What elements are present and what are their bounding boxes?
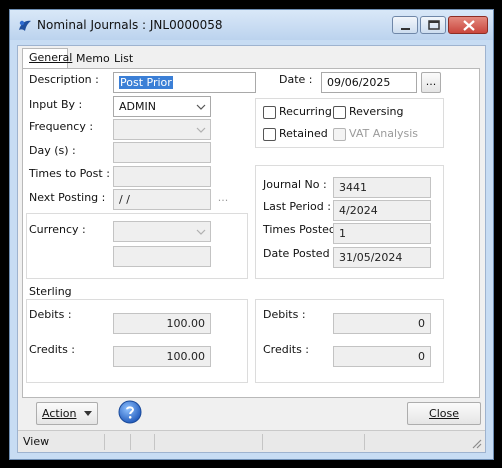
maximize-icon: [428, 20, 440, 30]
dropdown-arrow-icon: [83, 411, 92, 416]
times-posted-value: 1: [339, 227, 346, 240]
help-button[interactable]: [118, 400, 142, 424]
next-posting-input[interactable]: / /: [113, 189, 211, 210]
currency-label: Currency :: [29, 223, 86, 236]
tab-list[interactable]: List: [108, 50, 138, 68]
vat-analysis-label: VAT Analysis: [349, 127, 419, 140]
recurring-label: Recurring: [279, 105, 332, 118]
journal-no-value: 3441: [339, 181, 367, 194]
recurring-checkbox-box: [263, 106, 276, 119]
retained-checkbox-box: [263, 128, 276, 141]
help-icon: [118, 400, 142, 424]
date-posted-label: Date Posted :: [263, 247, 337, 260]
frequency-label: Frequency :: [29, 120, 94, 133]
date-label: Date :: [279, 73, 313, 86]
next-posting-value: / /: [119, 193, 130, 206]
date-posted-field: 31/05/2024: [333, 247, 431, 268]
window-title: Nominal Journals : JNL0000058: [37, 18, 223, 32]
general-tab-panel: Description : Post Prior Date : 09/06/20…: [22, 68, 480, 398]
last-period-label: Last Period :: [263, 200, 331, 213]
action-button-label: Action: [42, 407, 77, 420]
last-period-value: 4/2024: [339, 204, 378, 217]
sterling-credits-value: 100.00: [166, 350, 206, 363]
chevron-down-icon: [196, 229, 206, 235]
currency-select[interactable]: [113, 221, 211, 242]
currency-debits-value: 0: [418, 317, 425, 330]
frequency-select[interactable]: [113, 119, 211, 140]
date-posted-value: 31/05/2024: [339, 251, 403, 264]
status-separator: [154, 434, 155, 450]
minimize-button[interactable]: [392, 16, 418, 34]
close-window-button[interactable]: [448, 16, 488, 34]
times-posted-label: Times Posted :: [263, 223, 344, 236]
next-posting-picker-button[interactable]: ...: [215, 189, 231, 210]
date-input[interactable]: 09/06/2025: [321, 72, 417, 93]
days-label: Day (s) :: [29, 144, 76, 157]
sterling-credits-label: Credits :: [29, 343, 76, 356]
maximize-button[interactable]: [420, 16, 446, 34]
window-client-area: General Memo List Description : Post Pri…: [17, 45, 486, 453]
status-separator: [104, 434, 105, 450]
input-by-select[interactable]: ADMIN: [113, 96, 211, 117]
currency-debits-field: 0: [333, 313, 431, 334]
action-button[interactable]: Action: [36, 402, 98, 425]
status-text: View: [23, 435, 50, 448]
date-picker-button[interactable]: ...: [421, 72, 441, 93]
description-value: Post Prior: [119, 76, 173, 89]
times-to-post-label: Times to Post :: [29, 167, 110, 180]
status-separator: [364, 434, 365, 450]
status-bar: View: [18, 430, 485, 452]
sterling-debits-label: Debits :: [29, 308, 72, 321]
tab-memo-label: Memo: [76, 52, 110, 65]
title-bar[interactable]: Nominal Journals : JNL0000058: [10, 10, 493, 40]
chevron-down-icon: [196, 127, 206, 133]
journal-no-label: Journal No :: [263, 178, 327, 191]
vat-analysis-checkbox-box: [333, 128, 346, 141]
retained-label: Retained: [279, 127, 328, 140]
tab-general-label: General: [29, 51, 73, 64]
currency-credits-field: 0: [333, 346, 431, 367]
date-picker-button-label: ...: [425, 75, 437, 88]
days-input[interactable]: [113, 142, 211, 163]
description-input[interactable]: Post Prior: [113, 72, 256, 93]
tab-general[interactable]: General: [22, 48, 72, 69]
journal-no-field: 3441: [333, 177, 431, 198]
minimize-icon: [401, 28, 410, 30]
chevron-down-icon: [196, 104, 206, 110]
tab-list-label: List: [114, 52, 134, 65]
date-value: 09/06/2025: [327, 76, 391, 89]
times-posted-field: 1: [333, 223, 431, 244]
next-posting-label: Next Posting :: [29, 191, 106, 204]
close-button[interactable]: Close: [407, 402, 481, 425]
input-by-value: ADMIN: [119, 100, 156, 113]
tab-memo[interactable]: Memo: [70, 50, 110, 68]
app-icon: [17, 18, 33, 34]
currency-rate-input[interactable]: [113, 246, 211, 267]
close-icon: [463, 20, 475, 31]
close-button-label: Close: [429, 407, 459, 420]
reversing-checkbox-box: [333, 106, 346, 119]
times-to-post-input[interactable]: [113, 166, 211, 187]
sterling-debits-field: 100.00: [113, 313, 211, 334]
description-label: Description :: [29, 73, 99, 86]
reversing-label: Reversing: [349, 105, 404, 118]
currency-debits-label: Debits :: [263, 308, 306, 321]
status-separator: [262, 434, 263, 450]
sterling-debits-value: 100.00: [166, 317, 206, 330]
last-period-field: 4/2024: [333, 200, 431, 221]
nominal-journals-window: Nominal Journals : JNL0000058 General Me…: [9, 9, 494, 460]
sterling-title: Sterling: [29, 285, 72, 298]
status-separator: [130, 434, 131, 450]
sterling-credits-field: 100.00: [113, 346, 211, 367]
input-by-label: Input By :: [29, 98, 83, 111]
currency-credits-label: Credits :: [263, 343, 310, 356]
next-posting-picker-label: ...: [217, 191, 229, 204]
currency-credits-value: 0: [418, 350, 425, 363]
resize-grip-icon[interactable]: [470, 437, 482, 449]
